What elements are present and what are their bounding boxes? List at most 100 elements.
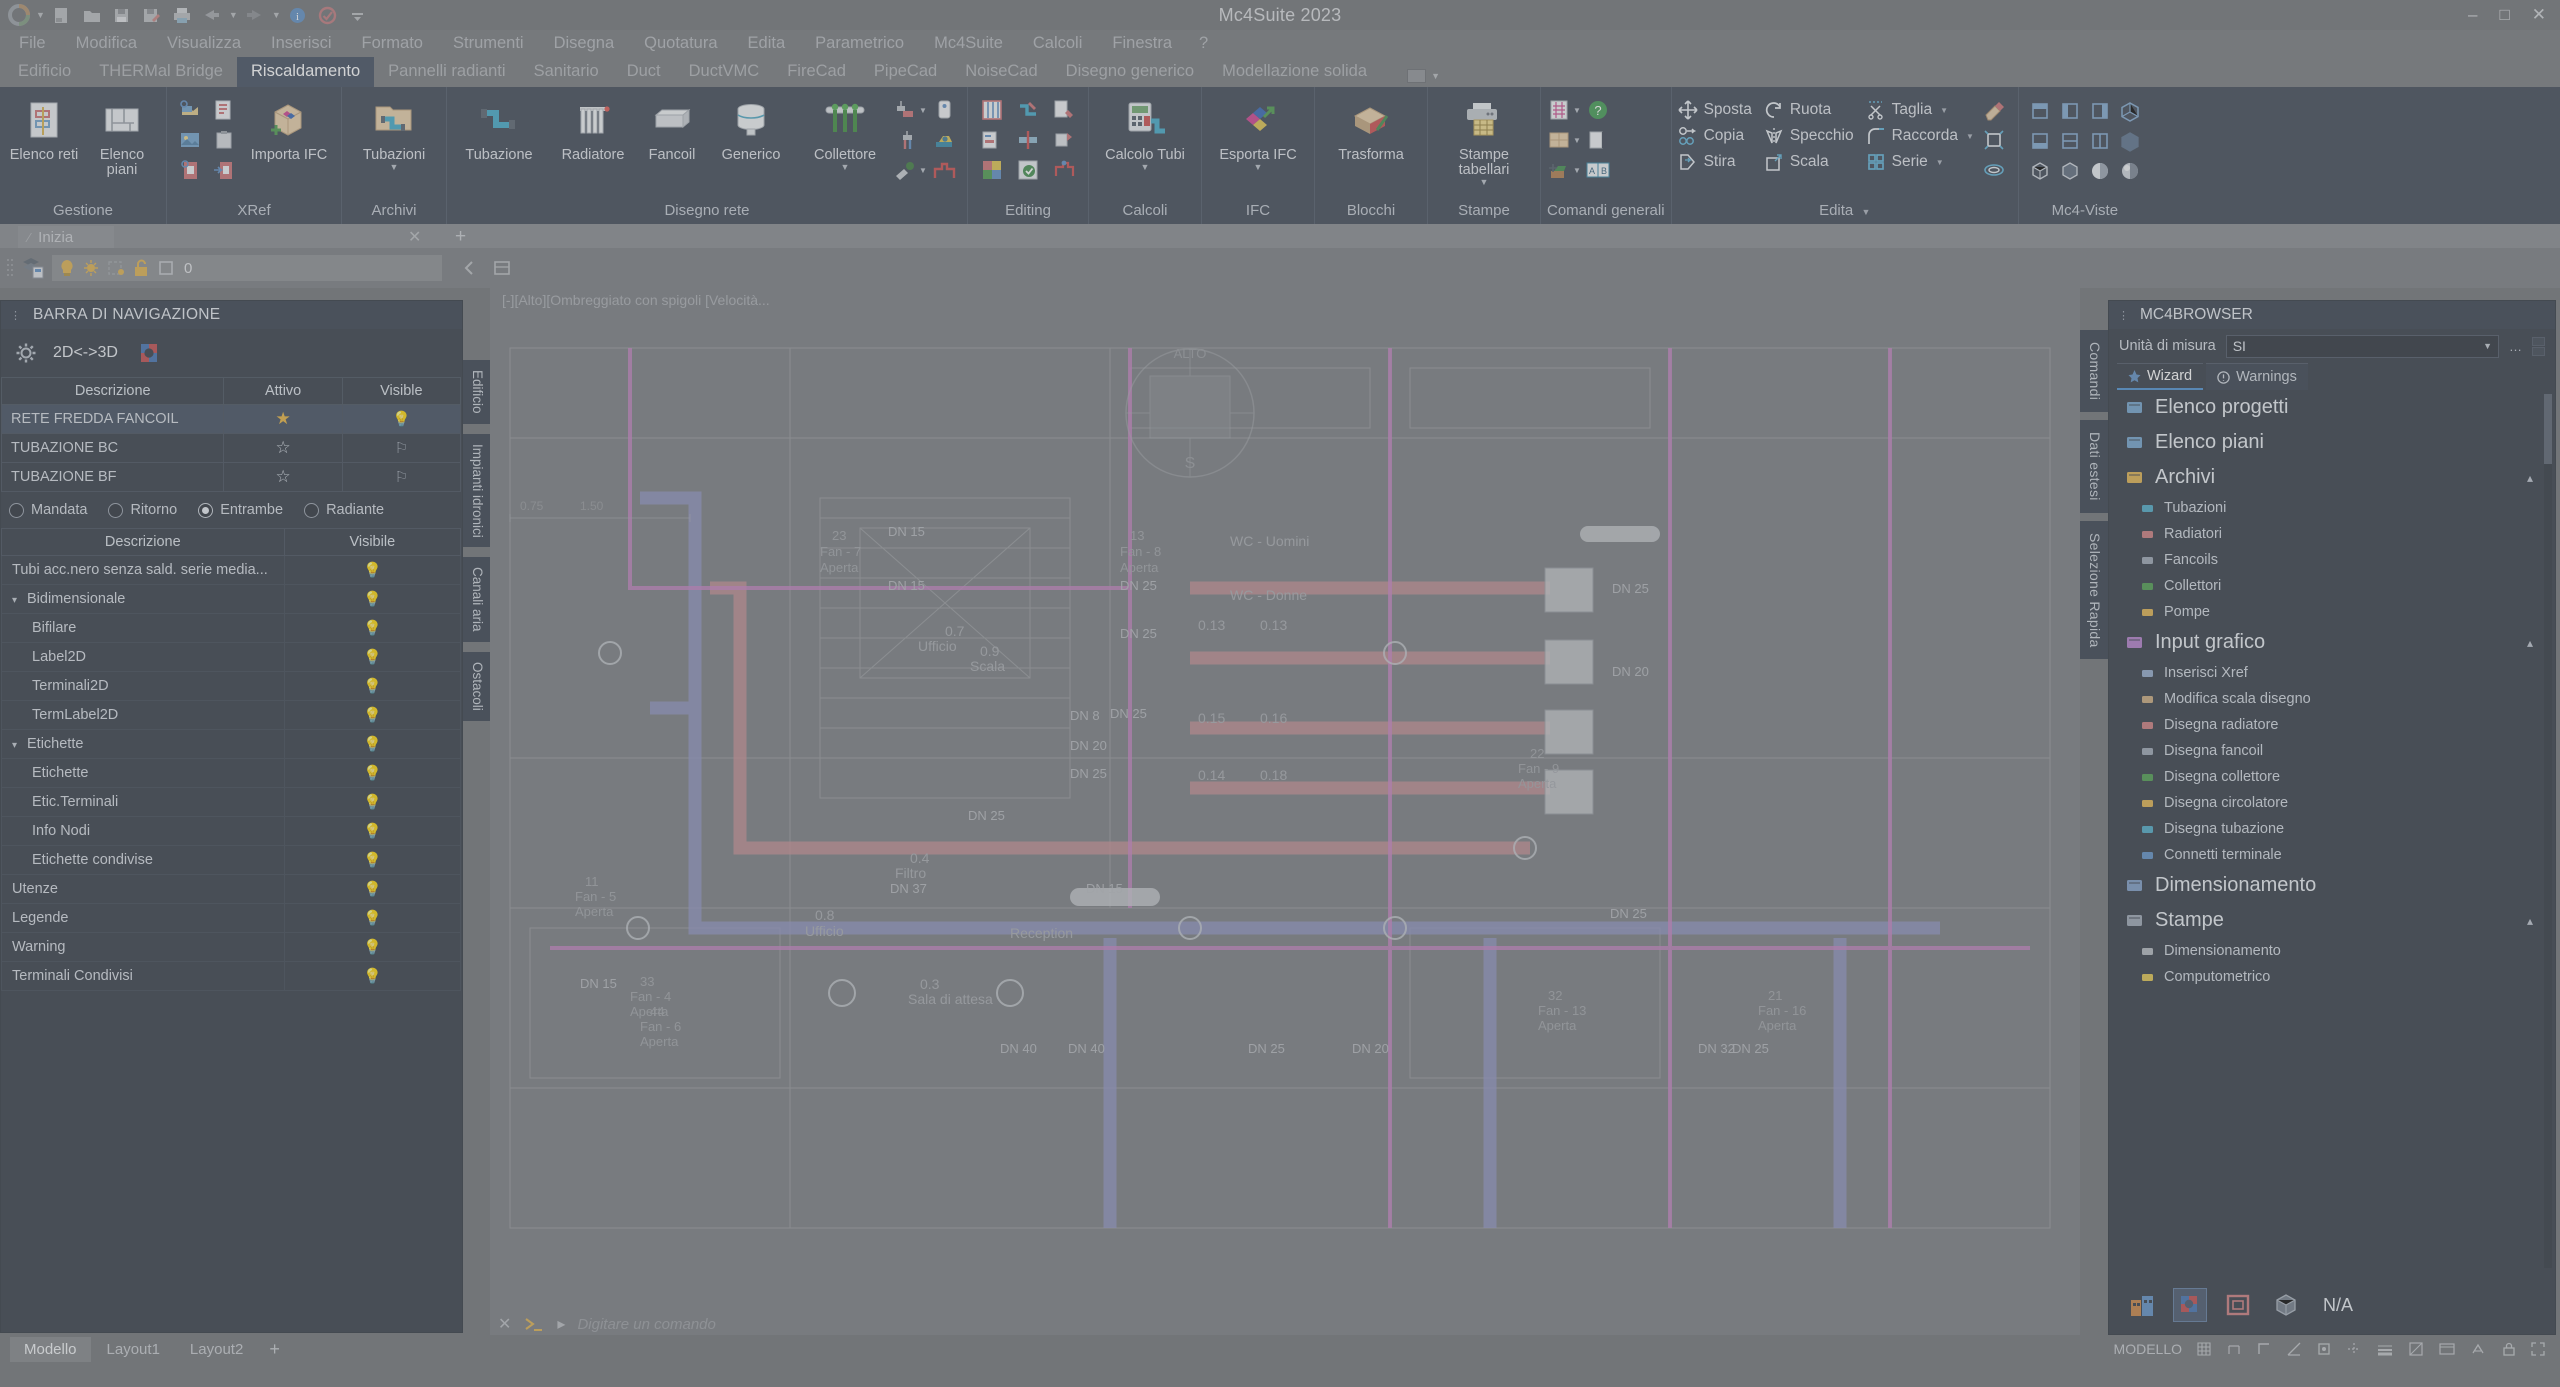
specchio-command[interactable]: Specchio bbox=[1764, 123, 1854, 149]
status-tab-layout2[interactable]: Layout2 bbox=[176, 1337, 257, 1362]
ribbon-tab-sanitario[interactable]: Sanitario bbox=[520, 57, 613, 87]
tree-item-visible-icon[interactable]: 💡 bbox=[283, 874, 462, 904]
view-right-icon[interactable] bbox=[2089, 130, 2111, 152]
grid-icon[interactable] bbox=[2196, 1341, 2212, 1357]
move-block-icon[interactable]: ▼ bbox=[1547, 158, 1581, 182]
gear-icon[interactable] bbox=[15, 342, 37, 364]
trasforma-button[interactable]: Trasforma bbox=[1321, 91, 1421, 163]
view-realistic-icon[interactable] bbox=[2119, 160, 2141, 182]
table-row[interactable]: ▾ Etichette 💡 bbox=[1, 729, 462, 759]
layer-props-icon[interactable] bbox=[492, 258, 512, 278]
tree-item-visible-icon[interactable]: 💡 bbox=[283, 961, 462, 991]
valve-group-icon[interactable]: ▼ bbox=[893, 98, 927, 122]
navigation-panel-header[interactable]: ⋮ BARRA DI NAVIGAZIONE bbox=[1, 301, 462, 329]
pipe-cut-icon[interactable] bbox=[1016, 128, 1040, 152]
ribbon-tab-duct[interactable]: Duct bbox=[613, 57, 675, 87]
copia-command[interactable]: Copia bbox=[1678, 123, 1752, 149]
menu-item-inserisci[interactable]: Inserisci bbox=[256, 32, 347, 55]
ortho-icon[interactable] bbox=[2256, 1341, 2272, 1357]
radiatore-button[interactable]: Radiatore bbox=[547, 91, 639, 163]
table-row[interactable]: Etichette condivise 💡 bbox=[1, 845, 462, 875]
ribbon-tab-noisecad[interactable]: NoiseCad bbox=[951, 57, 1051, 87]
col-visible[interactable]: Visible bbox=[341, 377, 462, 405]
browser-side-tab-dati-estesi[interactable]: Dati estesi bbox=[2080, 420, 2108, 513]
browser-section-input-grafico[interactable]: Input grafico ▴ bbox=[2109, 625, 2555, 660]
table-row[interactable]: TermLabel2D 💡 bbox=[1, 700, 462, 730]
chevron-up-icon[interactable]: ▴ bbox=[2527, 914, 2533, 928]
tree-item-visible-icon[interactable]: 💡 bbox=[283, 903, 462, 933]
maximize-button[interactable]: □ bbox=[2499, 6, 2509, 24]
radio-entrambe[interactable]: Entrambe bbox=[198, 502, 283, 518]
new-file-icon[interactable] bbox=[49, 3, 75, 27]
unit-spinner[interactable] bbox=[2532, 336, 2545, 356]
sposta-command[interactable]: Sposta bbox=[1678, 97, 1752, 123]
command-input[interactable]: Digitare un comando bbox=[577, 1316, 715, 1333]
accessory-icon[interactable]: ▼ bbox=[893, 158, 927, 182]
solid-view-icon[interactable] bbox=[2269, 1288, 2303, 1322]
workspace-icon[interactable] bbox=[2438, 1341, 2456, 1357]
unit-more-icon[interactable]: … bbox=[2509, 339, 2522, 354]
attach-image-icon[interactable] bbox=[178, 128, 202, 152]
osnap-icon[interactable] bbox=[2316, 1341, 2332, 1357]
view-wireframe-icon[interactable] bbox=[2029, 160, 2051, 182]
toolbar-grip[interactable] bbox=[6, 257, 14, 279]
table-row[interactable]: TUBAZIONE BC ☆ ⚐ bbox=[0, 433, 462, 463]
browser-section-archivi[interactable]: Archivi ▴ bbox=[2109, 460, 2555, 495]
table-row[interactable]: Info Nodi 💡 bbox=[1, 816, 462, 846]
tree-col-descrizione[interactable]: Descrizione bbox=[1, 528, 285, 556]
network-visible-bulb-icon[interactable]: 💡 bbox=[341, 404, 462, 434]
radio-knob[interactable] bbox=[198, 502, 214, 518]
stira-command[interactable]: Stira bbox=[1678, 149, 1752, 175]
drawing-canvas[interactable]: [-][Alto][Ombreggiato con spigoli [Veloc… bbox=[490, 288, 2080, 1306]
add-layout-icon[interactable]: + bbox=[257, 1339, 292, 1360]
taglia-dropdown-icon[interactable]: ▼ bbox=[1940, 106, 1948, 115]
valve-group-dropdown-icon[interactable]: ▼ bbox=[919, 106, 927, 115]
stampe-tabellari-button[interactable]: Stampe tabellari ▼ bbox=[1434, 91, 1534, 187]
raccorda-command[interactable]: Raccorda ▼ bbox=[1866, 123, 1974, 149]
tree-item-visible-icon[interactable]: 💡 bbox=[283, 729, 462, 759]
browser-item-inserisci-xref[interactable]: Inserisci Xref bbox=[2109, 660, 2555, 686]
check-net-icon[interactable] bbox=[1052, 128, 1076, 152]
view-back-icon[interactable] bbox=[2059, 130, 2081, 152]
drawing-tab-inizia[interactable]: ∕ Inizia bbox=[18, 226, 114, 248]
browser-side-tab-comandi[interactable]: Comandi bbox=[2080, 330, 2108, 413]
browser-item-computometrico[interactable]: Computometrico bbox=[2109, 964, 2555, 990]
viewport-label[interactable]: [-][Alto][Ombreggiato con spigoli [Veloc… bbox=[502, 292, 770, 308]
table-row[interactable]: Bifilare 💡 bbox=[1, 613, 462, 643]
chevron-up-icon[interactable]: ▴ bbox=[2527, 636, 2533, 650]
col-attivo[interactable]: Attivo bbox=[223, 377, 343, 405]
layer-on-icon[interactable] bbox=[58, 258, 76, 278]
elenco-reti-button[interactable]: Elenco reti bbox=[6, 91, 82, 163]
tree-item-visible-icon[interactable]: 💡 bbox=[283, 671, 462, 701]
menu-item-edita[interactable]: Edita bbox=[733, 32, 801, 55]
tubazioni-archive-dropdown-icon[interactable]: ▼ bbox=[390, 163, 399, 172]
menu-item-formato[interactable]: Formato bbox=[347, 32, 438, 55]
node-edit-icon[interactable] bbox=[1052, 158, 1076, 182]
browser-item-collettori[interactable]: Collettori bbox=[2109, 573, 2555, 599]
menu-item-strumenti[interactable]: Strumenti bbox=[438, 32, 539, 55]
radio-knob[interactable] bbox=[304, 502, 320, 518]
faucet-icon[interactable] bbox=[898, 128, 922, 152]
view-hidden-icon[interactable] bbox=[2059, 160, 2081, 182]
calcolo-tubi-button[interactable]: Calcolo Tubi ▼ bbox=[1095, 91, 1195, 172]
status-tab-modello[interactable]: Modello bbox=[10, 1336, 91, 1362]
redo-dropdown-icon[interactable]: ▼ bbox=[272, 10, 281, 20]
menu-item-disegna[interactable]: Disegna bbox=[539, 32, 630, 55]
browser-item-disegna-tubazione[interactable]: Disegna tubazione bbox=[2109, 816, 2555, 842]
otrack-icon[interactable] bbox=[2346, 1341, 2362, 1357]
network-visible-bulb-icon[interactable]: ⚐ bbox=[341, 462, 462, 492]
ribbon-display-caret-icon[interactable]: ▼ bbox=[1431, 71, 1440, 81]
check-circle-icon[interactable] bbox=[315, 3, 341, 27]
drawing-tab-add-icon[interactable]: + bbox=[455, 226, 466, 248]
annotation-scale-icon[interactable] bbox=[2470, 1341, 2488, 1357]
ribbon-tab-disegno-generico[interactable]: Disegno generico bbox=[1052, 57, 1208, 87]
xref-bind-icon[interactable] bbox=[178, 158, 202, 182]
xref-manager-icon[interactable] bbox=[212, 98, 236, 122]
browser-item-connetti-terminale[interactable]: Connetti terminale bbox=[2109, 842, 2555, 868]
hydronic-view-icon[interactable] bbox=[2173, 1288, 2207, 1322]
calcolo-tubi-dropdown-icon[interactable]: ▼ bbox=[1141, 163, 1150, 172]
view-top-icon[interactable] bbox=[2029, 100, 2051, 122]
tubazioni-archive-button[interactable]: Tubazioni ▼ bbox=[348, 91, 440, 172]
layer-color-icon[interactable] bbox=[156, 258, 176, 278]
menu-item-mc4suite[interactable]: Mc4Suite bbox=[919, 32, 1018, 55]
